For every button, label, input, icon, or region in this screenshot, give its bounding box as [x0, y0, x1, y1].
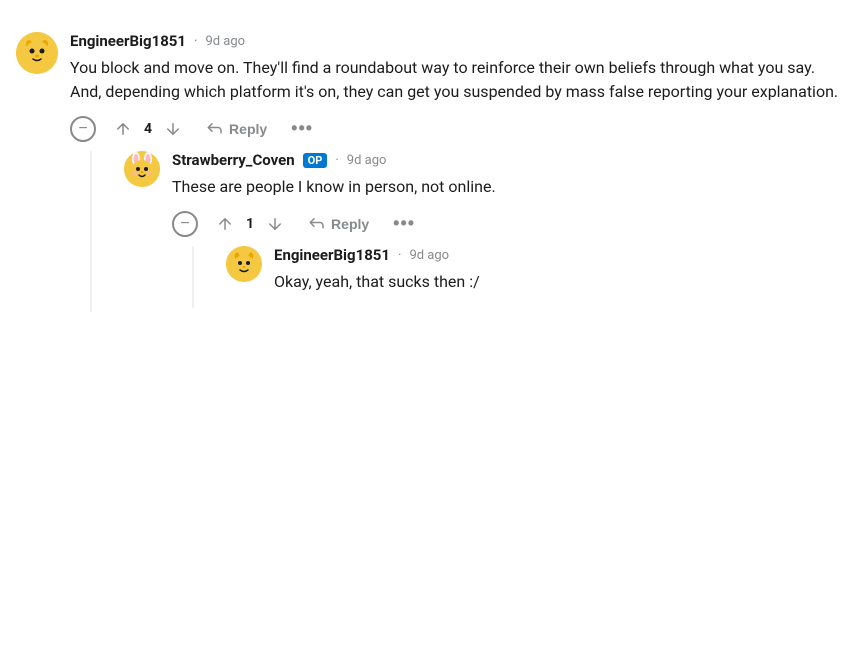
avatar [226, 246, 262, 282]
avatar [16, 32, 58, 74]
downvote-icon [164, 120, 182, 138]
downvote-button[interactable] [260, 211, 290, 237]
nested-content: Strawberry_Coven OP · 9d ago These are p… [112, 151, 848, 312]
nested-comment-item: Strawberry_Coven OP · 9d ago These are p… [124, 151, 848, 308]
collapse-icon: − [78, 121, 87, 137]
username: Strawberry_Coven [172, 151, 295, 169]
dot-separator: · [335, 153, 338, 168]
more-button[interactable]: ••• [285, 114, 319, 143]
avatar-engineer2-svg [226, 246, 262, 282]
comment-thread: EngineerBig1851 · 9d ago You block and m… [16, 20, 848, 328]
comment-text: You block and move on. They'll find a ro… [70, 56, 848, 104]
upvote-icon [114, 120, 132, 138]
op-badge: OP [303, 153, 328, 168]
nested-content: EngineerBig1851 · 9d ago Okay, yeah, tha… [214, 246, 848, 308]
thread-line-container [70, 151, 112, 312]
vote-group: 1 [210, 211, 290, 237]
dot-separator: · [194, 34, 197, 49]
collapse-button[interactable]: − [172, 211, 198, 237]
downvote-icon [266, 215, 284, 233]
more-button[interactable]: ••• [387, 209, 421, 238]
thread-line-container [172, 246, 214, 308]
timestamp: 9d ago [205, 34, 245, 49]
reply-label: Reply [229, 121, 267, 137]
username: EngineerBig1851 [70, 32, 186, 50]
dot-separator: · [398, 248, 401, 263]
avatar [124, 151, 160, 187]
comment-body: EngineerBig1851 · 9d ago You block and m… [70, 32, 848, 312]
comment-body: Strawberry_Coven OP · 9d ago These are p… [172, 151, 848, 308]
reply-label: Reply [331, 216, 369, 232]
thread-line [90, 151, 92, 312]
comment-header: EngineerBig1851 · 9d ago [274, 246, 848, 264]
vote-count: 4 [144, 121, 152, 137]
reply-button[interactable]: Reply [200, 116, 273, 142]
comment-header: Strawberry_Coven OP · 9d ago [172, 151, 848, 169]
more-icon: ••• [393, 213, 415, 233]
deep-nested-replies: EngineerBig1851 · 9d ago Okay, yeah, tha… [172, 246, 848, 308]
downvote-button[interactable] [158, 116, 188, 142]
reply-button[interactable]: Reply [302, 211, 375, 237]
thread-line [192, 246, 194, 308]
upvote-button[interactable] [108, 116, 138, 142]
upvote-button[interactable] [210, 211, 240, 237]
comment-text: Okay, yeah, that sucks then :/ [274, 270, 848, 294]
nested-comment-item: EngineerBig1851 · 9d ago Okay, yeah, tha… [226, 246, 848, 304]
username: EngineerBig1851 [274, 246, 390, 264]
collapse-icon: − [180, 216, 189, 232]
nested-replies: Strawberry_Coven OP · 9d ago These are p… [70, 151, 848, 312]
comment-actions: − 1 [172, 209, 848, 238]
collapse-button[interactable]: − [70, 116, 96, 142]
avatar-strawberry-svg [124, 151, 160, 187]
comment-item: EngineerBig1851 · 9d ago You block and m… [16, 32, 848, 312]
more-icon: ••• [291, 118, 313, 138]
vote-count: 1 [246, 216, 254, 232]
reply-icon [206, 120, 224, 138]
comment-text: These are people I know in person, not o… [172, 175, 848, 199]
comment-actions: − 4 [70, 114, 848, 143]
comment-body: EngineerBig1851 · 9d ago Okay, yeah, tha… [274, 246, 848, 304]
avatar-svg [16, 32, 58, 74]
timestamp: 9d ago [347, 153, 387, 168]
reply-icon [308, 215, 326, 233]
comment-header: EngineerBig1851 · 9d ago [70, 32, 848, 50]
vote-group: 4 [108, 116, 188, 142]
timestamp: 9d ago [409, 248, 449, 263]
upvote-icon [216, 215, 234, 233]
